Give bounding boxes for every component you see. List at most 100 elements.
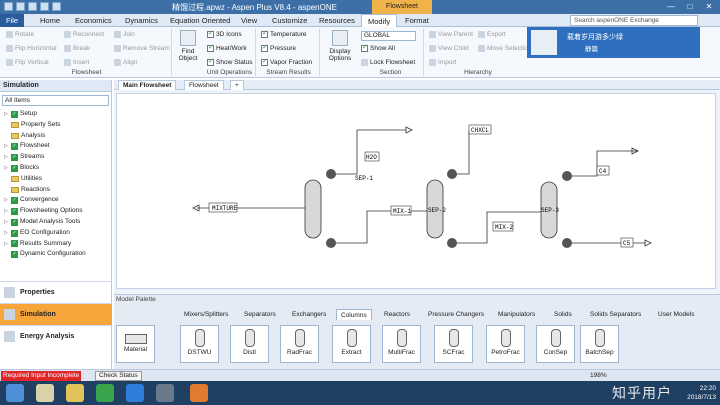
close-button[interactable]: ✕ [700, 1, 718, 12]
block-sep-1[interactable]: SEP-1 [304, 169, 373, 248]
model-petrofrac[interactable]: PetroFrac [486, 325, 525, 363]
browser-icon[interactable] [96, 384, 114, 402]
tree-item-setup[interactable]: ▷ ✓ Setup [0, 109, 111, 120]
stream-mix1-line[interactable] [332, 210, 427, 244]
block-sep-2[interactable]: SEP-2 [426, 169, 457, 248]
palette-tab-mixers-splitters[interactable]: Mixers/Splitters [180, 309, 232, 320]
tab-customize[interactable]: Customize [266, 14, 313, 27]
palette-tab-separators[interactable]: Separators [240, 309, 280, 320]
section-dropdown[interactable]: GLOBAL [361, 31, 416, 41]
flowsheet-canvas[interactable]: SEP-1 SEP-2 SEP-3 MIXTURE H2O MIX-1 CHXC… [116, 93, 716, 289]
tab-format[interactable]: Format [399, 14, 435, 27]
music-player-popup[interactable]: 载着岁月游多少绿 静篇 [527, 27, 700, 58]
remove-stream-button[interactable]: Remove Stream [114, 45, 170, 52]
stream-chxcl-line[interactable] [450, 130, 470, 175]
tree-item-streams[interactable]: ▷ ✓ Streams [0, 152, 111, 163]
undo-icon[interactable] [16, 2, 25, 11]
stream-label-c4[interactable]: C4 [599, 168, 607, 175]
tree-item-eo-configuration[interactable]: ▷ ✓ EO Configuration [0, 228, 111, 239]
tree-item-dynamic-configuration[interactable]: ✓ Dynamic Configuration [0, 249, 111, 260]
insert-button[interactable]: Insert [64, 59, 89, 66]
model-dstwu[interactable]: DSTWU [180, 325, 219, 363]
flip-horizontal-button[interactable]: Flip Horizontal [6, 45, 57, 52]
palette-tab-manipulators[interactable]: Manipulators [494, 309, 539, 320]
tree-item-property-sets[interactable]: Property Sets [0, 120, 111, 131]
run-icon[interactable] [40, 2, 49, 11]
tab-modify[interactable]: Modify [361, 14, 398, 27]
search-input[interactable]: Search aspenONE Exchange [570, 15, 698, 26]
stream-label-h2o[interactable]: H2O [366, 154, 377, 161]
tab-file[interactable]: File [0, 14, 25, 27]
display-options-button[interactable]: Display Options [323, 30, 357, 62]
sogou-icon[interactable] [126, 384, 144, 402]
minimize-button[interactable]: — [662, 1, 680, 12]
temperature-checkbox[interactable]: Temperature [261, 29, 307, 38]
stream-label-mix-1[interactable]: MIX-1 [393, 208, 411, 215]
reconnect-button[interactable]: Reconnect [64, 31, 104, 38]
tree-item-results-summary[interactable]: ▷ ✓ Results Summary [0, 239, 111, 250]
stream-label-c5[interactable]: C5 [623, 240, 631, 247]
nav-section-simulation[interactable]: Simulation [0, 303, 112, 325]
model-batchsep[interactable]: BatchSep [580, 325, 619, 363]
tree-item-blocks[interactable]: ▷ ✓ Blocks [0, 163, 111, 174]
tree-item-model-analysis-tools[interactable]: ▷ ✓ Model Analysis Tools [0, 217, 111, 228]
doc-tab-main-flowsheet[interactable]: Main Flowsheet [118, 80, 177, 90]
model-consep[interactable]: ConSep [536, 325, 575, 363]
stream-label-chxcl[interactable]: CHXCL [471, 127, 489, 134]
tab-view[interactable]: View [235, 14, 263, 27]
start-icon[interactable] [6, 384, 24, 402]
palette-tab-solids-separators[interactable]: Solids Separators [586, 309, 645, 320]
nav-section-properties[interactable]: Properties [0, 281, 112, 303]
heat-work-checkbox[interactable]: Heat/Work [207, 43, 247, 52]
save-icon[interactable] [4, 2, 13, 11]
tab-home[interactable]: Home [34, 14, 66, 27]
palette-tab-columns[interactable]: Columns [336, 309, 372, 320]
tab-resources[interactable]: Resources [313, 14, 361, 27]
tree-item-analysis[interactable]: Analysis [0, 131, 111, 142]
show-status-checkbox[interactable]: Show Status [207, 57, 253, 66]
aspen-icon[interactable] [190, 384, 208, 402]
import-button[interactable]: Import [429, 59, 456, 66]
flip-vertical-button[interactable]: Flip Vertical [6, 59, 49, 66]
lock-flowsheet-button[interactable]: Lock Flowsheet [361, 59, 415, 66]
3d-icons-checkbox[interactable]: 3D Icons [207, 29, 242, 38]
maximize-button[interactable]: □ [681, 1, 699, 12]
tab-economics[interactable]: Economics [69, 14, 118, 27]
model-radfrac[interactable]: RadFrac [280, 325, 319, 363]
model-extract[interactable]: Extract [332, 325, 371, 363]
stream-label-mix-2[interactable]: MIX-2 [495, 224, 513, 231]
join-button[interactable]: Join [114, 31, 135, 38]
model-distl[interactable]: Distl [230, 325, 269, 363]
rotate-button[interactable]: Rotate [6, 31, 34, 38]
find-object-button[interactable]: Find Object [176, 30, 200, 62]
align-button[interactable]: Align [114, 59, 137, 66]
break-button[interactable]: Break [64, 45, 90, 52]
vapor-fraction-checkbox[interactable]: Vapor Fraction [261, 57, 312, 66]
status-error-badge[interactable]: Required Input Incomplete [1, 371, 82, 381]
folder-taskbar-icon[interactable] [36, 384, 54, 402]
nav-filter-dropdown[interactable]: All Items [2, 95, 109, 106]
model-scfrac[interactable]: SCFrac [434, 325, 473, 363]
pressure-checkbox[interactable]: Pressure [261, 43, 296, 52]
model-multifrac[interactable]: MultiFrac [382, 325, 421, 363]
tree-item-convergence[interactable]: ▷ ✓ Convergence [0, 195, 111, 206]
model-material[interactable]: Material [116, 325, 155, 363]
check-status-button[interactable]: Check Status [95, 371, 142, 381]
app-icon[interactable] [156, 384, 174, 402]
tree-item-flowsheeting-options[interactable]: ▷ ✓ Flowsheeting Options [0, 206, 111, 217]
tab-equation-oriented[interactable]: Equation Oriented [164, 14, 236, 27]
move-selection-button[interactable]: Move Selection [478, 45, 531, 52]
redo-icon[interactable] [28, 2, 37, 11]
new-tab-button[interactable]: + [230, 80, 244, 90]
view-parent-button[interactable]: View Parent [429, 31, 473, 38]
palette-tab-solids[interactable]: Solids [550, 309, 576, 320]
palette-tab-pressure-changers[interactable]: Pressure Changers [424, 309, 488, 320]
doc-tab-flowsheet[interactable]: Flowsheet [184, 80, 224, 90]
palette-tab-exchangers[interactable]: Exchangers [288, 309, 330, 320]
tree-item-reactions[interactable]: Reactions [0, 185, 111, 196]
nav-section-energy-analysis[interactable]: Energy Analysis [0, 325, 112, 347]
export-button[interactable]: Export [478, 31, 506, 38]
file-explorer-icon[interactable] [66, 384, 84, 402]
show-all-checkbox[interactable]: Show All [361, 43, 395, 52]
tab-dynamics[interactable]: Dynamics [119, 14, 164, 27]
